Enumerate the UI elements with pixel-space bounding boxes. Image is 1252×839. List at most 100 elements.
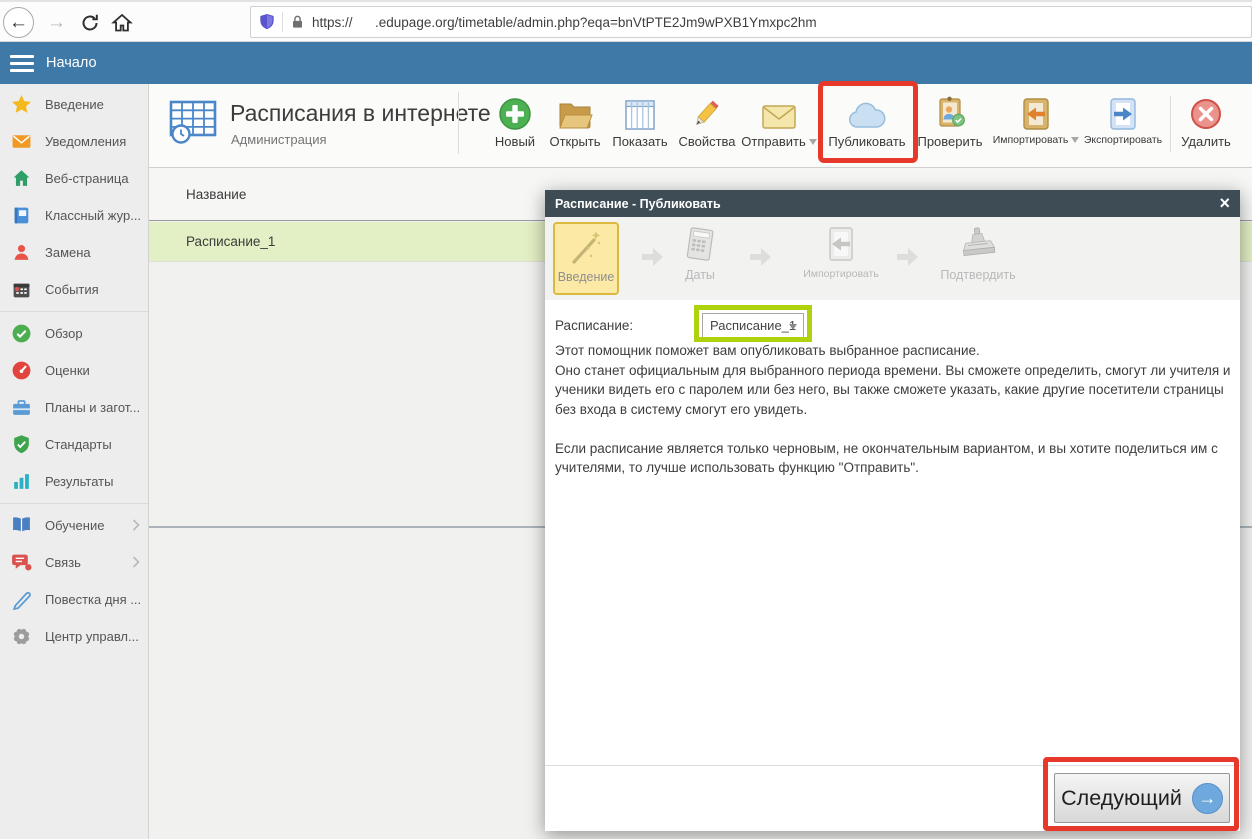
dialog-description: Этот помощник поможет вам опубликовать в…	[555, 341, 1233, 478]
sidebar-item-tsentr[interactable]: Центр управл...	[0, 618, 148, 655]
browser-home-button[interactable]	[106, 7, 137, 38]
sidebar-item-web-stranitsa[interactable]: Веб-страница	[0, 160, 148, 197]
sidebar: Введение Уведомления Веб-страница Классн…	[0, 84, 149, 839]
wizard-step-dates[interactable]: Даты	[665, 222, 735, 295]
reload-icon	[80, 13, 100, 33]
green-highlight-annotation	[694, 305, 812, 342]
step-arrow-icon	[642, 247, 663, 272]
sidebar-item-plany[interactable]: Планы и загот...	[0, 389, 148, 426]
home-menu-label[interactable]: Начало	[46, 55, 97, 71]
description-paragraph-1: Этот помощник поможет вам опубликовать в…	[555, 341, 1233, 361]
toolbar-show-button[interactable]: Показать	[607, 90, 673, 158]
lock-icon	[290, 14, 305, 30]
chevron-right-icon	[132, 556, 140, 571]
wizard-step-import[interactable]: Импортировать	[793, 222, 889, 295]
folder-icon	[556, 90, 594, 132]
magic-wand-icon	[566, 224, 606, 270]
pencil-icon	[689, 90, 725, 132]
tracking-shield-icon	[259, 13, 275, 31]
schedule-name: Расписание_1	[186, 234, 275, 249]
wizard-steps: Введение Даты Импортировать Подтвердить	[545, 217, 1240, 300]
dialog-body: Расписание: Расписание_1 Этот помощник п…	[545, 300, 1240, 765]
publish-dialog: Расписание - Публиковать × Введение Даты…	[545, 190, 1240, 831]
hamburger-menu-icon[interactable]	[10, 55, 34, 72]
sidebar-item-svyaz[interactable]: Связь	[0, 544, 148, 581]
table-icon	[622, 90, 658, 132]
dialog-title: Расписание - Публиковать	[555, 197, 721, 211]
sidebar-item-standarty[interactable]: Стандарты	[0, 426, 148, 463]
sidebar-divider	[0, 503, 148, 504]
wizard-step-confirm[interactable]: Подтвердить	[930, 222, 1026, 295]
import-icon	[1019, 90, 1053, 132]
description-paragraph-3: Если расписание является только черновым…	[555, 439, 1233, 478]
toolbar-new-button[interactable]: Новый	[490, 90, 540, 158]
sidebar-item-uvedomleniya[interactable]: Уведомления	[0, 123, 148, 160]
person-icon	[11, 242, 32, 263]
toolbar-properties-button[interactable]: Свойства	[675, 90, 739, 158]
house-icon	[11, 168, 32, 189]
open-book-icon	[11, 515, 32, 536]
url-separator	[282, 12, 283, 32]
calculator-icon	[683, 222, 717, 268]
sidebar-item-povestka[interactable]: Повестка дня ...	[0, 581, 148, 618]
sidebar-item-otsenki[interactable]: Оценки	[0, 352, 148, 389]
sidebar-item-vvedenie[interactable]: Введение	[0, 86, 148, 123]
briefcase-icon	[11, 397, 32, 418]
schedule-field-label: Расписание:	[555, 318, 633, 333]
sidebar-item-rezultaty[interactable]: Результаты	[0, 463, 148, 500]
sidebar-item-zamena[interactable]: Замена	[0, 234, 148, 271]
calendar-icon	[11, 279, 32, 300]
chevron-right-icon	[132, 519, 140, 534]
browser-forward-button[interactable]: →	[41, 7, 72, 38]
gear-icon	[11, 626, 32, 647]
export-icon	[1106, 90, 1140, 132]
import-door-icon	[824, 222, 858, 268]
browser-back-button[interactable]: ←	[3, 7, 34, 38]
envelope-icon	[760, 90, 798, 132]
red-annotation-publish	[818, 81, 918, 163]
step-arrow-icon	[897, 247, 918, 272]
sidebar-item-klassny-zhurnal[interactable]: Классный жур...	[0, 197, 148, 234]
page-title: Расписания в интернете	[230, 100, 491, 127]
url-text: https:// .edupage.org/timetable/admin.ph…	[312, 15, 817, 30]
name-column-label: Название	[186, 187, 246, 202]
close-icon[interactable]: ×	[1219, 192, 1230, 214]
dialog-titlebar[interactable]: Расписание - Публиковать ×	[545, 190, 1240, 217]
clipboard-check-icon	[932, 90, 968, 132]
page-subtitle: Администрация	[231, 132, 327, 147]
chat-icon	[11, 552, 32, 573]
dropdown-caret-icon	[809, 139, 817, 145]
description-paragraph-2: Оно станет официальным для выбранного пе…	[555, 361, 1233, 420]
check-circle-icon	[11, 323, 32, 344]
pen-icon	[11, 589, 32, 610]
address-bar[interactable]: https:// .edupage.org/timetable/admin.ph…	[250, 6, 1252, 38]
dropdown-caret-icon	[1071, 137, 1079, 143]
home-icon	[111, 12, 133, 34]
sidebar-item-obzor[interactable]: Обзор	[0, 315, 148, 352]
envelope-icon	[11, 131, 32, 152]
bar-chart-icon	[11, 471, 32, 492]
toolbar-send-button[interactable]: Отправить	[740, 90, 818, 158]
browser-reload-button[interactable]	[74, 7, 105, 38]
sidebar-divider	[0, 311, 148, 312]
shield-check-icon	[11, 434, 32, 455]
app-top-bar: Начало	[0, 42, 1252, 84]
timetable-app-icon	[168, 95, 218, 145]
journal-icon	[11, 205, 32, 226]
toolbar-divider	[1170, 96, 1171, 152]
toolbar-export-button[interactable]: Экспортировать	[1080, 90, 1166, 158]
star-icon	[11, 94, 32, 115]
sidebar-item-obuchenie[interactable]: Обучение	[0, 507, 148, 544]
gauge-icon	[11, 360, 32, 381]
step-arrow-icon	[750, 247, 771, 272]
delete-circle-icon	[1188, 90, 1224, 132]
browser-toolbar: ← → https:// .edupage.org/timetable/admi…	[0, 0, 1252, 42]
sidebar-item-sobytiya[interactable]: События	[0, 271, 148, 308]
red-annotation-next	[1043, 757, 1239, 831]
toolbar-verify-button[interactable]: Проверить	[913, 90, 987, 158]
toolbar-import-button[interactable]: Импортировать	[990, 90, 1082, 158]
wizard-step-introduction[interactable]: Введение	[553, 222, 619, 295]
stamp-icon	[956, 222, 1000, 268]
toolbar-delete-button[interactable]: Удалить	[1176, 90, 1236, 158]
toolbar-open-button[interactable]: Открыть	[545, 90, 605, 158]
